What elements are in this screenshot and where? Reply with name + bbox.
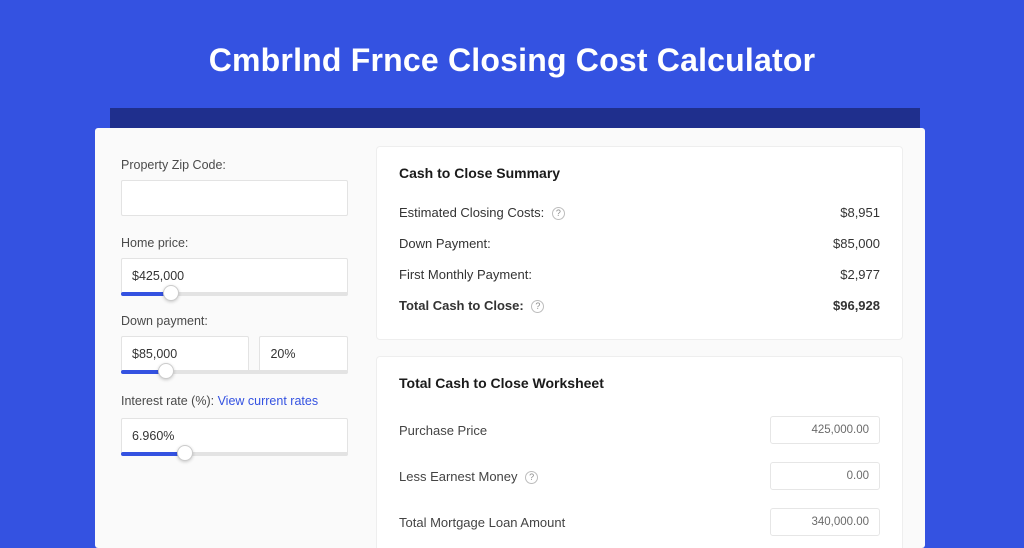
summary-row-label: Estimated Closing Costs:: [399, 205, 544, 220]
zip-group: Property Zip Code:: [121, 158, 348, 216]
zip-input[interactable]: [121, 180, 348, 216]
slider-thumb[interactable]: [177, 445, 193, 461]
view-rates-link[interactable]: View current rates: [218, 394, 319, 408]
summary-title: Cash to Close Summary: [399, 165, 880, 181]
down-payment-label: Down payment:: [121, 314, 348, 328]
page-title: Cmbrlnd Frnce Closing Cost Calculator: [0, 0, 1024, 107]
summary-row-value: $8,951: [840, 205, 880, 220]
summary-row-value: $2,977: [840, 267, 880, 282]
down-payment-input[interactable]: [121, 336, 249, 372]
interest-label: Interest rate (%):: [121, 394, 218, 408]
help-icon[interactable]: ?: [552, 207, 565, 220]
home-price-label: Home price:: [121, 236, 348, 250]
worksheet-row-input[interactable]: [770, 416, 880, 444]
worksheet-row-label: Purchase Price: [399, 423, 487, 438]
summary-row: Down Payment: $85,000: [399, 228, 880, 259]
worksheet-row-label: Less Earnest Money: [399, 469, 518, 484]
summary-row-label: Down Payment:: [399, 236, 491, 251]
home-price-group: Home price:: [121, 236, 348, 294]
results-column: Cash to Close Summary Estimated Closing …: [370, 128, 925, 548]
interest-input[interactable]: [121, 418, 348, 454]
summary-total-row: Total Cash to Close: ? $96,928: [399, 290, 880, 321]
summary-card: Cash to Close Summary Estimated Closing …: [376, 146, 903, 340]
down-payment-pct-input[interactable]: [259, 336, 348, 372]
slider-thumb[interactable]: [163, 285, 179, 301]
inputs-column: Property Zip Code: Home price: Down paym…: [95, 128, 370, 548]
worksheet-title: Total Cash to Close Worksheet: [399, 375, 880, 391]
calculator-panel: Property Zip Code: Home price: Down paym…: [95, 128, 925, 548]
home-price-input[interactable]: [121, 258, 348, 294]
slider-thumb[interactable]: [158, 363, 174, 379]
slider-fill: [121, 452, 185, 456]
summary-total-value: $96,928: [833, 298, 880, 313]
help-icon[interactable]: ?: [531, 300, 544, 313]
worksheet-row-label: Total Mortgage Loan Amount: [399, 515, 565, 530]
summary-row: First Monthly Payment: $2,977: [399, 259, 880, 290]
worksheet-row: Purchase Price: [399, 407, 880, 453]
summary-total-label: Total Cash to Close:: [399, 298, 524, 313]
summary-row: Estimated Closing Costs: ? $8,951: [399, 197, 880, 228]
interest-group: Interest rate (%): View current rates: [121, 392, 348, 454]
worksheet-row-input[interactable]: [770, 508, 880, 536]
down-payment-group: Down payment:: [121, 314, 348, 372]
worksheet-row: Total Mortgage Loan Amount: [399, 499, 880, 545]
worksheet-row: Less Earnest Money ?: [399, 453, 880, 499]
worksheet-card: Total Cash to Close Worksheet Purchase P…: [376, 356, 903, 548]
zip-label: Property Zip Code:: [121, 158, 348, 172]
worksheet-row-input[interactable]: [770, 462, 880, 490]
help-icon[interactable]: ?: [525, 471, 538, 484]
summary-row-value: $85,000: [833, 236, 880, 251]
summary-row-label: First Monthly Payment:: [399, 267, 532, 282]
